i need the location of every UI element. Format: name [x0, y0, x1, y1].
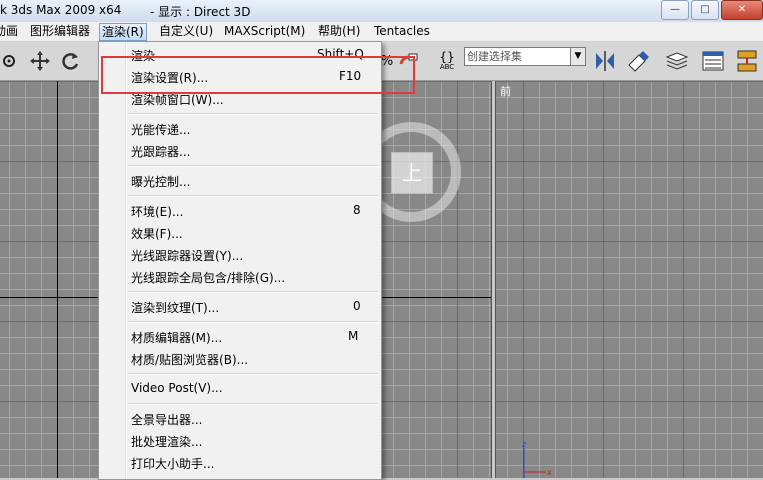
menu-tentacles[interactable]: Tentacles: [372, 23, 432, 39]
maximize-button[interactable]: □: [691, 0, 719, 20]
menu-rendering[interactable]: 渲染(R): [99, 23, 147, 41]
menu-separator: [128, 403, 378, 405]
menu-separator: [128, 195, 378, 197]
menu-item-exposure-control[interactable]: 曝光控制...: [99, 171, 381, 191]
menu-item-video-post[interactable]: Video Post(V)...: [99, 379, 381, 399]
menu-item-environment[interactable]: 环境(E)... 8: [99, 201, 381, 221]
curve-editor-icon[interactable]: [700, 48, 726, 74]
menu-item-label: 光能传递...: [131, 123, 191, 137]
menu-item-effects[interactable]: 效果(F)...: [99, 223, 381, 243]
app-title: k 3ds Max 2009 x64: [0, 3, 122, 17]
title-bar: k 3ds Max 2009 x64 - 显示 : Direct 3D — □ …: [0, 0, 763, 23]
menu-item-label: 曝光控制...: [131, 175, 191, 189]
menu-item-label: 材质编辑器(M)...: [131, 331, 223, 345]
layers-icon[interactable]: [664, 48, 690, 74]
menu-animation[interactable]: 动画: [0, 23, 20, 39]
move-icon[interactable]: [28, 48, 52, 74]
viewcube-face-top[interactable]: 上: [391, 152, 433, 194]
window-controls: — □ ✕: [659, 0, 763, 20]
menu-separator: [128, 291, 378, 293]
select-icon[interactable]: [0, 48, 18, 74]
menu-item-label: 批处理渲染...: [131, 435, 203, 449]
named-selection-icon[interactable]: {} ABC: [432, 48, 462, 74]
menu-graph-editors[interactable]: 图形编辑器: [28, 23, 92, 39]
axis-z-label: z: [522, 440, 526, 449]
menu-separator: [128, 321, 378, 323]
menu-item-label: 环境(E)...: [131, 205, 184, 219]
menu-item-label: 全景导出器...: [131, 413, 203, 427]
menu-item-radiosity[interactable]: 光能传递...: [99, 119, 381, 139]
abc-label: ABC: [439, 63, 455, 71]
menu-item-label: Video Post(V)...: [131, 381, 223, 395]
display-mode: - 显示 : Direct 3D: [150, 5, 251, 19]
rotate-icon[interactable]: [58, 48, 82, 74]
menu-separator: [128, 165, 378, 167]
menu-item-label: 渲染到纹理(T)...: [131, 301, 220, 315]
selection-set-placeholder: 创建选择集: [467, 50, 522, 63]
menu-customize[interactable]: 自定义(U): [157, 23, 215, 39]
menu-item-material-map-browser[interactable]: 材质/贴图浏览器(B)...: [99, 349, 381, 369]
menu-item-light-tracer[interactable]: 光跟踪器...: [99, 141, 381, 161]
menu-item-render-to-texture[interactable]: 渲染到纹理(T)... 0: [99, 297, 381, 317]
menu-maxscript[interactable]: MAXScript(M): [222, 23, 307, 39]
schematic-view-icon[interactable]: [734, 48, 760, 74]
menu-bar: 动画 图形编辑器 渲染(R) 自定义(U) MAXScript(M) 帮助(H)…: [0, 22, 763, 42]
menu-item-label: 光跟踪器...: [131, 145, 191, 159]
menu-separator: [128, 373, 378, 375]
menu-item-shortcut: 0: [353, 299, 361, 313]
named-selection-glyph: {}: [439, 50, 455, 64]
selection-set-dropdown[interactable]: 创建选择集 ▼: [464, 47, 586, 66]
menu-item-raytrace-global-include-exclude[interactable]: 光线跟踪全局包含/排除(G)...: [99, 267, 381, 287]
menu-item-label: 光线跟踪全局包含/排除(G)...: [131, 271, 286, 285]
menu-item-shortcut: M: [348, 329, 359, 343]
menu-item-batch-render[interactable]: 批处理渲染...: [99, 431, 381, 451]
menu-item-raytracer-settings[interactable]: 光线跟踪器设置(Y)...: [99, 245, 381, 265]
menu-item-label: 光线跟踪器设置(Y)...: [131, 249, 244, 263]
viewport-front[interactable]: 前 z x: [496, 81, 763, 478]
axis-tripod-icon: z x: [522, 440, 552, 478]
menu-help[interactable]: 帮助(H): [316, 23, 362, 39]
minimize-button[interactable]: —: [661, 0, 689, 20]
menu-item-panorama-exporter[interactable]: 全景导出器...: [99, 409, 381, 429]
highlight-annotation: [101, 56, 415, 94]
viewport-front-label[interactable]: 前: [500, 83, 511, 99]
menu-item-print-size-assistant[interactable]: 打印大小助手...: [99, 453, 381, 473]
menu-item-label: 材质/贴图浏览器(B)...: [131, 353, 249, 367]
menu-item-shortcut: 8: [353, 203, 361, 217]
rendering-menu: 渲染 Shift+Q 渲染设置(R)... F10 渲染帧窗口(W)... 光能…: [98, 41, 382, 480]
mirror-icon[interactable]: [592, 48, 618, 74]
menu-separator: [128, 113, 378, 115]
close-button[interactable]: ✕: [721, 0, 763, 20]
chevron-down-icon[interactable]: ▼: [570, 48, 585, 65]
menu-item-material-editor[interactable]: 材质编辑器(M)... M: [99, 327, 381, 347]
axis-x-label: x: [547, 468, 552, 477]
menu-item-label: 打印大小助手...: [131, 457, 215, 471]
menu-item-label: 效果(F)...: [131, 227, 183, 241]
align-icon[interactable]: [624, 48, 652, 74]
